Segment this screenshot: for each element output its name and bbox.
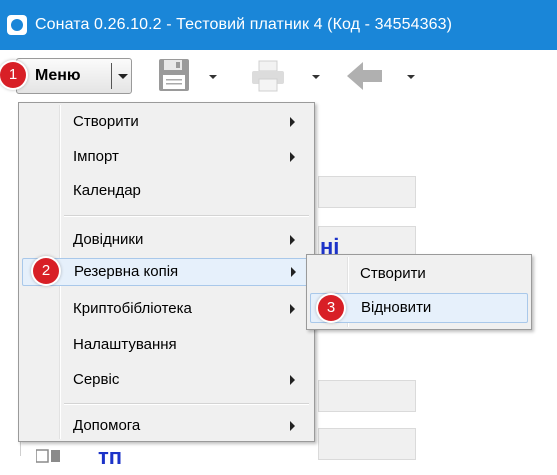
background-link-fragment: тп	[98, 444, 123, 469]
app-logo-icon	[7, 15, 27, 35]
chevron-right-icon	[291, 267, 296, 277]
save-icon[interactable]	[158, 58, 190, 96]
window-title: Соната 0.26.10.2 - Тестовий платник 4 (К…	[35, 16, 453, 33]
menu-item-service[interactable]: Сервіс	[22, 366, 311, 394]
chevron-right-icon	[290, 304, 295, 314]
chevron-right-icon	[290, 421, 295, 431]
menu-item-label: Календар	[73, 182, 141, 199]
menu-item-import[interactable]: Імпорт	[22, 143, 311, 171]
menu-button-divider	[111, 63, 112, 89]
submenu-item-label: Створити	[360, 265, 426, 282]
print-dropdown-caret[interactable]	[312, 75, 320, 79]
chevron-right-icon	[290, 117, 295, 127]
print-icon[interactable]	[250, 60, 286, 96]
title-bar: Соната 0.26.10.2 - Тестовий платник 4 (К…	[0, 0, 557, 50]
step-badge-3: 3	[318, 295, 344, 321]
menu-item-label: Імпорт	[73, 148, 119, 165]
menu-item-directories[interactable]: Довідники	[22, 226, 311, 254]
step-badge-2: 2	[33, 258, 59, 284]
menu-item-label: Криптобібліотека	[73, 300, 192, 317]
menu-item-calendar[interactable]: Календар	[22, 177, 311, 205]
submenu-item-label: Відновити	[361, 299, 432, 316]
menu-item-label: Створити	[73, 113, 139, 130]
menu-item-create[interactable]: Створити	[22, 108, 311, 136]
menu-item-backup[interactable]: Резервна копія	[22, 258, 311, 286]
menu-item-settings[interactable]: Налаштування	[22, 331, 311, 359]
background-field	[318, 176, 416, 208]
main-menu: Створити Імпорт Календар Довідники Резер…	[18, 102, 315, 442]
menu-separator	[64, 403, 309, 405]
background-row-icon	[35, 448, 62, 464]
menu-button[interactable]: Меню	[16, 58, 132, 94]
menu-item-label: Сервіс	[73, 371, 120, 388]
background-field	[318, 428, 416, 460]
menu-item-label: Допомога	[73, 417, 141, 434]
menu-item-help[interactable]: Допомога	[22, 412, 311, 440]
menu-item-crypto-library[interactable]: Криптобібліотека	[22, 295, 311, 323]
menu-button-label: Меню	[35, 67, 81, 84]
submenu-item-create-backup[interactable]: Створити	[310, 259, 528, 289]
save-dropdown-caret[interactable]	[209, 75, 217, 79]
back-dropdown-caret[interactable]	[407, 75, 415, 79]
menu-item-label: Довідники	[73, 231, 144, 248]
chevron-right-icon	[290, 375, 295, 385]
menu-item-label: Резервна копія	[74, 263, 179, 280]
chevron-down-icon[interactable]	[118, 74, 128, 79]
chevron-right-icon	[290, 152, 295, 162]
background-field	[318, 380, 416, 412]
back-arrow-icon[interactable]	[346, 60, 384, 96]
chevron-right-icon	[290, 235, 295, 245]
backup-submenu: Створити Відновити	[306, 254, 532, 330]
menu-item-label: Налаштування	[73, 336, 177, 353]
menu-separator	[64, 215, 309, 217]
step-badge-1: 1	[0, 62, 26, 88]
